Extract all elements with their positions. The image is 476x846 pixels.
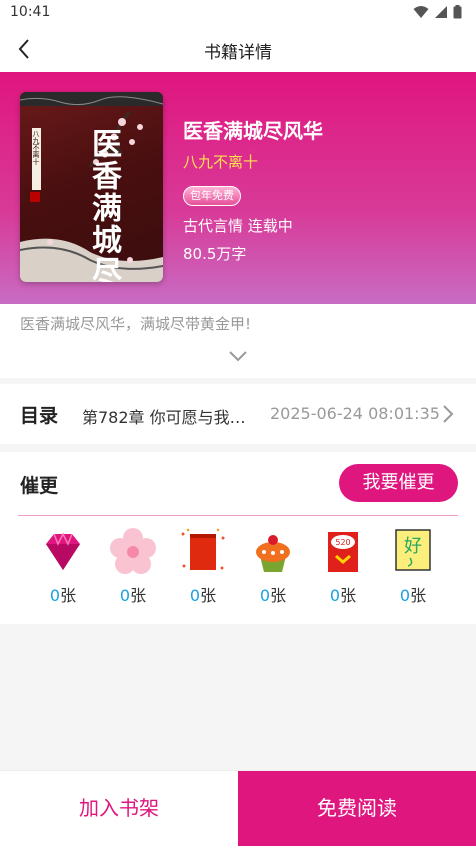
520-envelope-icon: 520: [328, 532, 358, 572]
nav-bar: 书籍详情: [0, 26, 476, 72]
toc-label: 目录: [20, 405, 59, 427]
svg-text:520: 520: [335, 538, 350, 547]
gift-count-unit: 张: [270, 586, 287, 605]
book-author[interactable]: 八九不离十: [183, 151, 258, 172]
gift-count-number: 0: [399, 586, 411, 605]
book-category-status: 古代言情 连载中: [183, 217, 293, 235]
chevron-down-icon: [229, 351, 247, 362]
signal-icon: [435, 6, 447, 18]
update-time: 2025-06-24 08:01:35: [270, 404, 440, 423]
book-cover[interactable]: 医香满城尽风华 八九不离十: [20, 92, 163, 282]
bottom-action-bar: 加入书架 免费阅读: [0, 770, 476, 846]
diamond-icon: [46, 532, 80, 570]
status-bar: 10:41: [0, 0, 476, 26]
cupcake-icon: [256, 535, 290, 572]
gift-flower[interactable]: 0张: [104, 526, 162, 606]
urge-update-section: 催更 我要催更 0张 0张 0张 0张 520 0张 好 0张: [0, 452, 476, 624]
urge-title: 催更: [20, 475, 59, 497]
add-to-shelf-button[interactable]: 加入书架: [0, 771, 238, 846]
gift-count-number: 0: [119, 586, 131, 605]
status-time: 10:41: [10, 4, 51, 20]
divider: [18, 515, 458, 516]
gift-red-envelope[interactable]: 0张: [174, 526, 232, 606]
gift-count-unit: 张: [60, 586, 77, 605]
svg-text:好: 好: [404, 536, 422, 557]
battery-icon: [453, 5, 462, 19]
gift-good-card[interactable]: 好 0张: [384, 526, 442, 606]
read-free-button[interactable]: 免费阅读: [238, 771, 476, 846]
expand-intro-button[interactable]: [226, 346, 250, 366]
gift-count-unit: 张: [340, 586, 357, 605]
cover-title: 医香满城尽风华: [86, 128, 121, 282]
gift-520-envelope[interactable]: 520 0张: [314, 526, 372, 606]
intro-text: 医香满城尽风华，满城尽带黄金甲!: [20, 315, 252, 333]
gift-count-number: 0: [49, 586, 61, 605]
good-card-icon: 好: [395, 529, 431, 571]
urge-update-button[interactable]: 我要催更: [339, 464, 458, 502]
book-title: 医香满城尽风华: [183, 119, 323, 143]
page-title: 书籍详情: [204, 43, 272, 63]
gift-count-unit: 张: [410, 586, 427, 605]
book-word-count: 80.5万字: [183, 245, 247, 263]
latest-chapter: 第782章 你可愿与我…: [82, 408, 246, 427]
chevron-right-icon: [443, 405, 454, 423]
gift-count-unit: 张: [200, 586, 217, 605]
status-icons: [413, 5, 462, 19]
book-hero: 医香满城尽风华 八九不离十 医香满城尽风华 八九不离十 包年免费 古代言情 连载…: [0, 72, 476, 304]
gift-diamond[interactable]: 0张: [34, 526, 92, 606]
red-envelope-icon: [181, 528, 225, 570]
flower-icon: [110, 528, 156, 574]
gift-count-number: 0: [189, 586, 201, 605]
gift-count-number: 0: [259, 586, 271, 605]
wifi-icon: [413, 6, 429, 18]
book-intro: 医香满城尽风华，满城尽带黄金甲!: [0, 304, 476, 378]
cover-author: 八九不离十: [32, 130, 40, 165]
gift-count-unit: 张: [130, 586, 147, 605]
gift-count-number: 0: [329, 586, 341, 605]
table-of-contents-row[interactable]: 目录 第782章 你可愿与我… 2025-06-24 08:01:35: [0, 384, 476, 444]
gift-cupcake[interactable]: 0张: [244, 526, 302, 606]
vip-badge: 包年免费: [183, 186, 241, 206]
